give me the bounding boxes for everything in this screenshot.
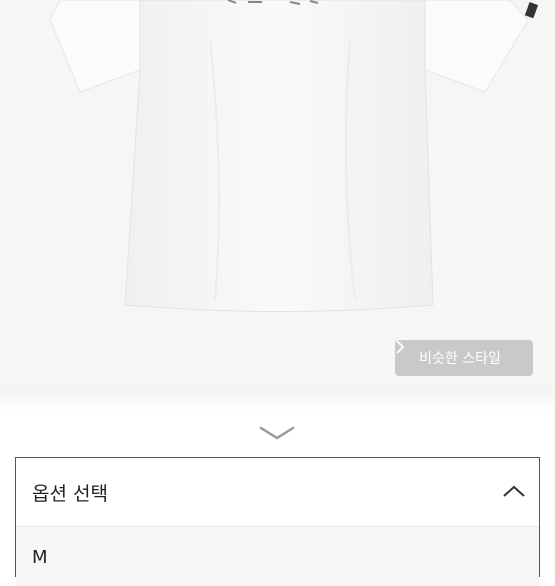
option-select-header[interactable]: 옵션 선택 <box>16 458 539 526</box>
option-list: M <box>16 526 539 586</box>
chevron-up-icon[interactable] <box>502 483 526 502</box>
chevron-down-icon[interactable] <box>258 424 296 442</box>
product-image-tshirt <box>49 0 539 312</box>
similar-style-label: 비슷한 스타일 <box>419 351 501 367</box>
option-item-m[interactable]: M <box>32 547 523 568</box>
option-select-title: 옵션 선택 <box>32 482 108 505</box>
product-image-area: 비슷한 스타일 <box>0 0 555 388</box>
similar-style-button[interactable]: 비슷한 스타일 <box>395 340 533 376</box>
sheet-divider <box>0 388 555 412</box>
option-select-dropdown: 옵션 선택 M <box>15 457 540 586</box>
